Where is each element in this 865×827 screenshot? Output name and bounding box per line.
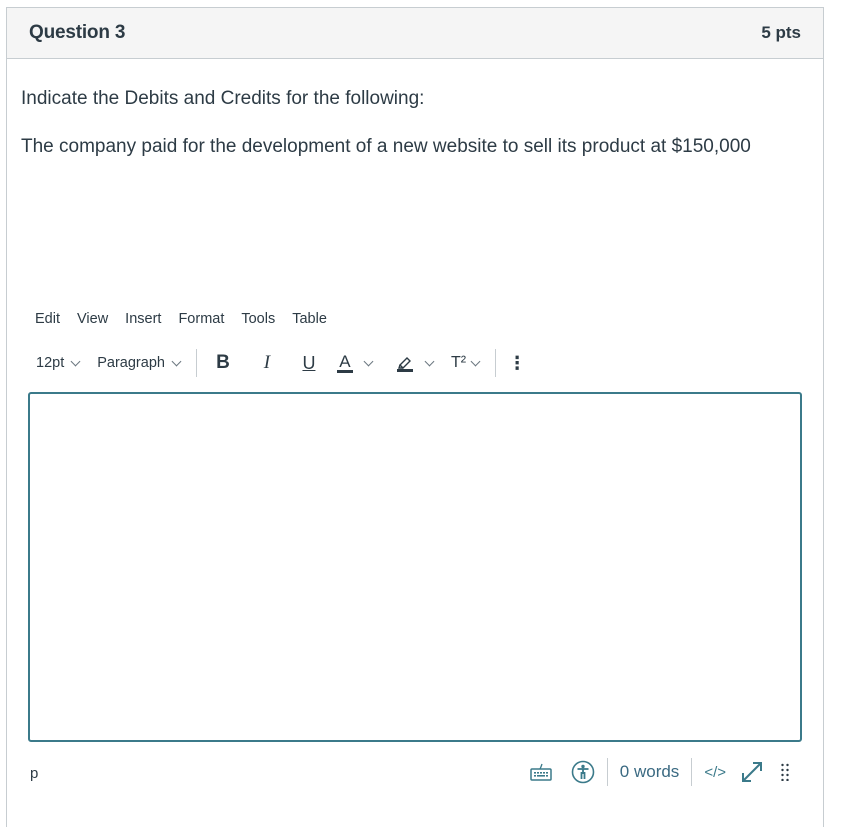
chevron-down-icon xyxy=(424,356,435,366)
menu-insert[interactable]: Insert xyxy=(125,311,161,327)
statusbar-divider xyxy=(691,758,693,786)
html-editor-toggle[interactable]: </> xyxy=(704,764,726,781)
question-points: 5 pts xyxy=(761,23,801,42)
question-detail: The company paid for the development of … xyxy=(21,136,751,157)
fullscreen-icon[interactable] xyxy=(740,760,764,784)
element-path[interactable]: p xyxy=(30,765,38,782)
question-text: Indicate the Debits and Credits for the … xyxy=(21,84,761,180)
chevron-down-icon xyxy=(363,356,374,366)
menu-edit[interactable]: Edit xyxy=(35,311,60,327)
menu-format[interactable]: Format xyxy=(178,311,224,327)
editor-menubar: Edit View Insert Format Tools Table xyxy=(35,311,344,327)
italic-button[interactable]: I xyxy=(255,352,279,374)
font-size-select[interactable]: 12pt xyxy=(36,355,81,371)
highlight-color-button[interactable] xyxy=(396,354,435,372)
menu-view[interactable]: View xyxy=(77,311,108,327)
superscript-button[interactable]: T² xyxy=(450,354,481,372)
chevron-down-icon xyxy=(171,356,182,366)
highlighter-icon xyxy=(396,354,414,372)
superscript-icon: T² xyxy=(450,354,467,371)
menu-table[interactable]: Table xyxy=(292,311,327,327)
keyboard-shortcuts-icon[interactable] xyxy=(529,762,553,782)
question-header: Question 3 5 pts xyxy=(7,8,823,59)
toolbar-divider xyxy=(195,349,197,377)
menu-tools[interactable]: Tools xyxy=(241,311,275,327)
statusbar-actions: 0 words </> xyxy=(529,757,790,787)
block-format-value: Paragraph xyxy=(97,355,165,371)
resize-handle-icon[interactable] xyxy=(780,763,790,781)
more-options-button[interactable]: ⋮ xyxy=(508,353,526,374)
block-format-select[interactable]: Paragraph xyxy=(97,355,182,371)
text-color-icon: A xyxy=(336,353,353,373)
editor-statusbar: p 0 words </> xyxy=(0,752,818,792)
question-title: Question 3 xyxy=(29,22,126,43)
question-prompt: Indicate the Debits and Credits for the … xyxy=(21,88,425,109)
statusbar-divider xyxy=(606,758,608,786)
chevron-down-icon xyxy=(70,356,81,366)
text-color-button[interactable]: A xyxy=(336,353,374,373)
rich-text-editor[interactable] xyxy=(28,392,802,742)
accessibility-checker-icon[interactable] xyxy=(571,760,595,784)
word-count[interactable]: 0 words xyxy=(620,762,680,782)
font-size-value: 12pt xyxy=(36,355,65,371)
bold-button[interactable]: B xyxy=(211,352,235,374)
toolbar-divider xyxy=(495,349,497,377)
chevron-down-icon xyxy=(470,356,481,366)
underline-button[interactable]: U xyxy=(297,353,321,374)
editor-toolbar: 12pt Paragraph B I U A T² ⋮ xyxy=(36,348,526,378)
